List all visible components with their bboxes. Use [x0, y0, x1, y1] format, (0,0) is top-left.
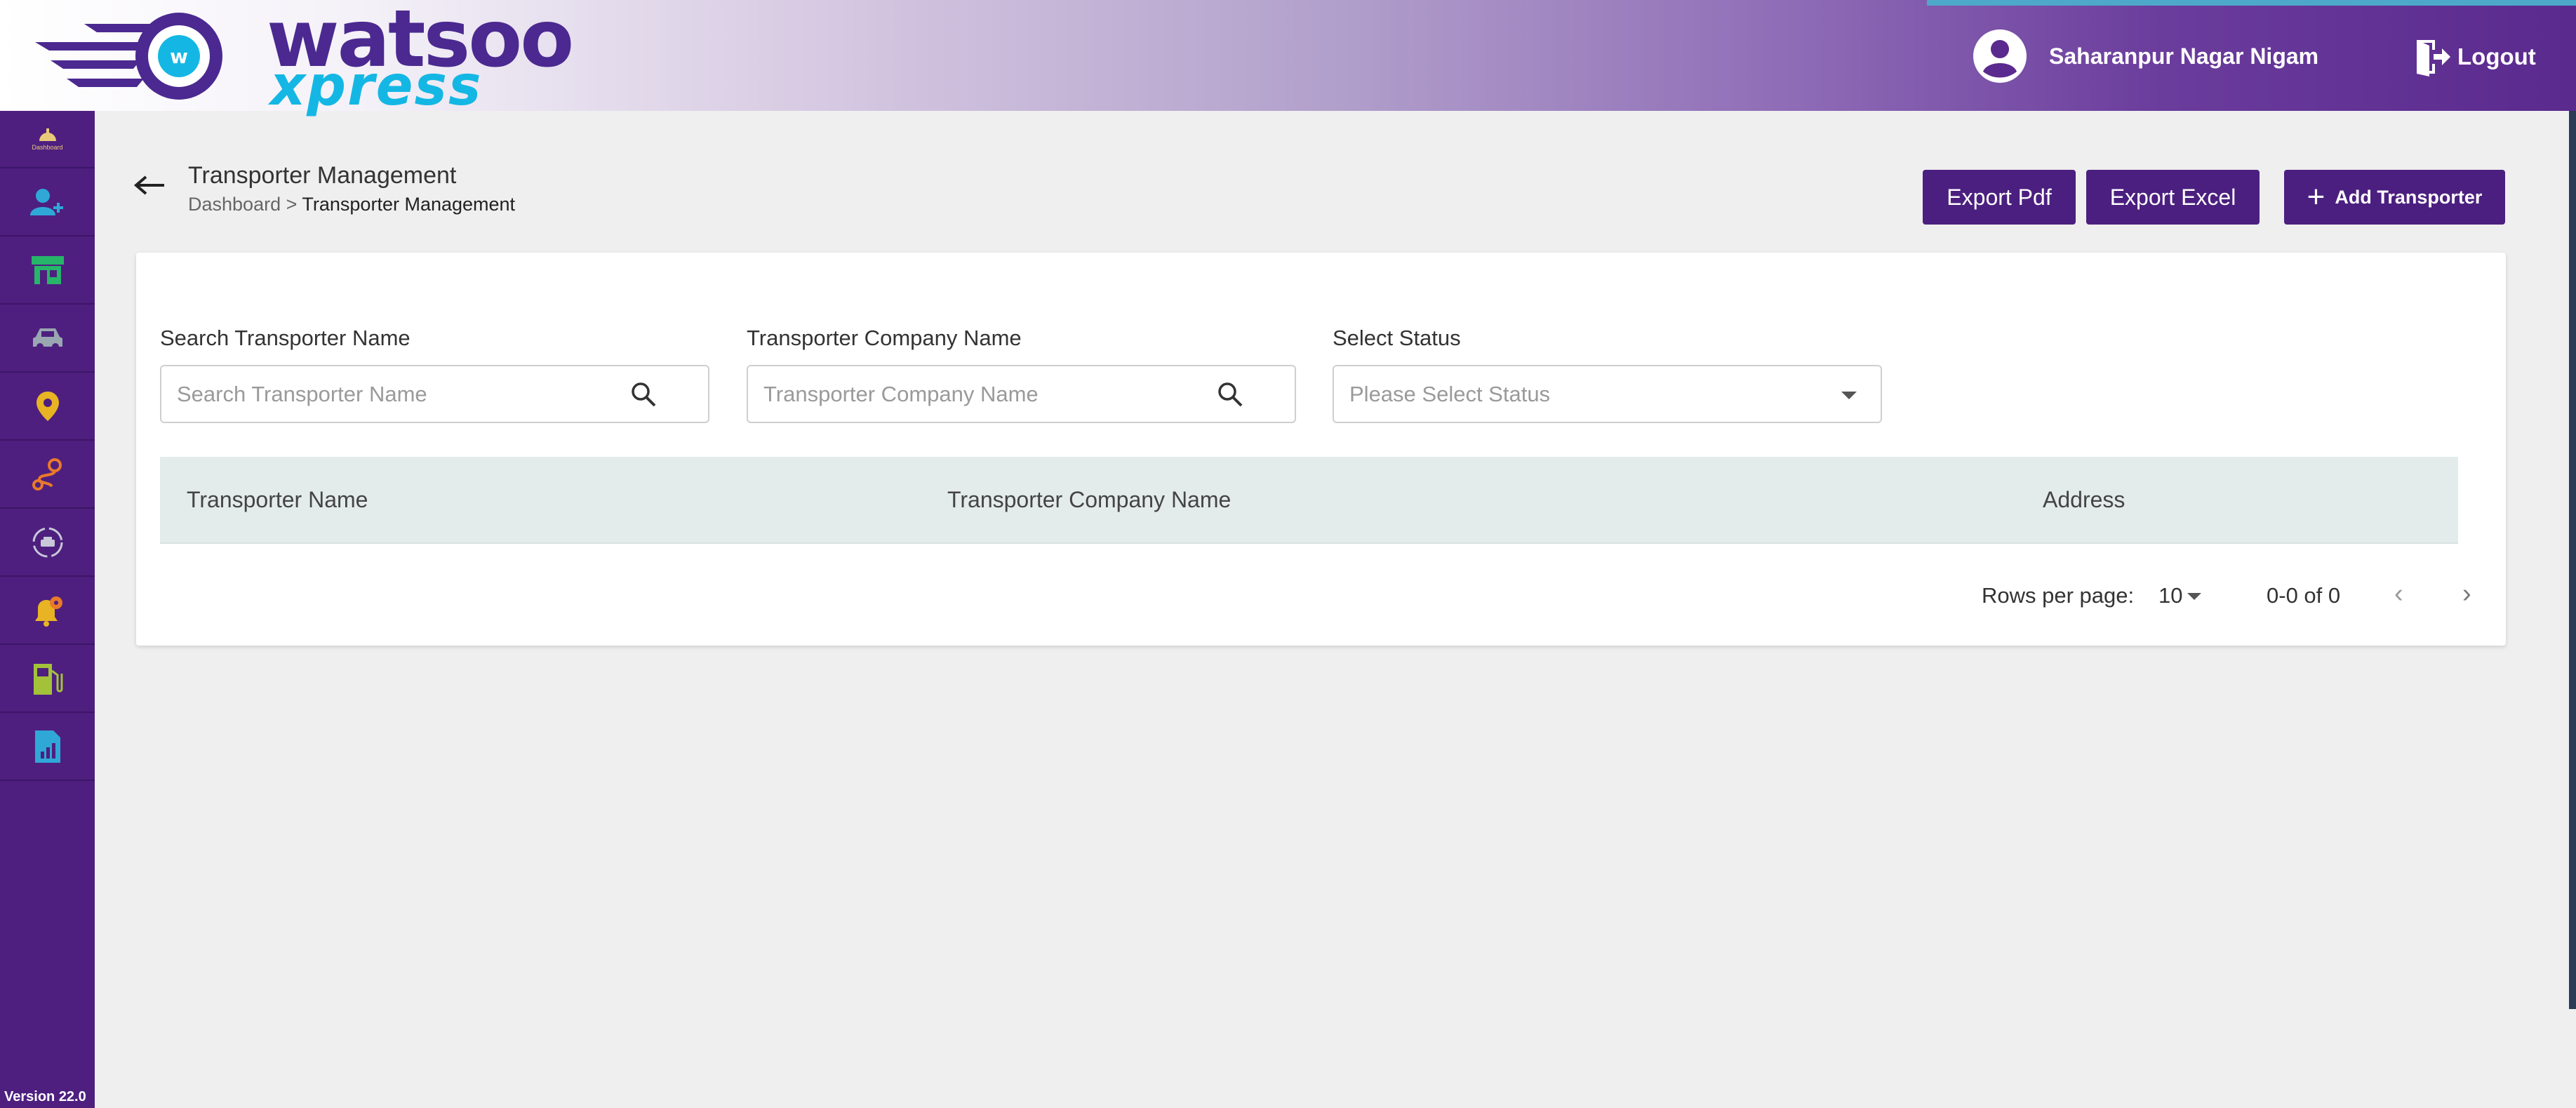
search-name-field	[160, 365, 709, 423]
dashboard-icon	[39, 128, 56, 141]
sidebar-item-locations[interactable]	[0, 373, 95, 441]
route-icon	[32, 458, 62, 490]
pagination-range: 0-0 of 0	[2267, 583, 2341, 608]
store-icon	[31, 255, 64, 284]
sidebar-item-reports[interactable]	[0, 713, 95, 781]
column-header-transporter-name[interactable]: Transporter Name	[187, 457, 368, 542]
logout-icon	[2417, 40, 2450, 76]
previous-page-icon[interactable]: ‹	[2394, 579, 2403, 609]
back-arrow-icon[interactable]	[133, 174, 166, 196]
add-transporter-label: Add Transporter	[2335, 186, 2483, 208]
company-name-label: Transporter Company Name	[747, 326, 1022, 350]
search-icon[interactable]	[629, 380, 658, 408]
plus-icon: +	[2307, 180, 2325, 214]
next-page-icon[interactable]: ›	[2462, 579, 2471, 609]
search-name-input[interactable]	[177, 366, 626, 422]
status-select-value: Please Select Status	[1349, 382, 1551, 406]
column-header-address[interactable]: Address	[2043, 457, 2125, 542]
sidebar-item-routes[interactable]	[0, 441, 95, 509]
sidebar-item-dashboard[interactable]: Dashboard	[0, 111, 95, 168]
chevron-down-icon[interactable]	[2187, 593, 2201, 600]
fuel-station-icon	[33, 663, 62, 695]
rows-per-page-label: Rows per page:	[1982, 583, 2135, 608]
sidebar-item-store[interactable]	[0, 236, 95, 305]
status-label: Select Status	[1333, 326, 1461, 350]
location-pin-icon	[36, 391, 59, 421]
sidebar-item-add-user[interactable]	[0, 168, 95, 236]
sidebar-item-vehicle-cycle[interactable]	[0, 509, 95, 577]
logo-word-bottom: xpress	[270, 55, 483, 118]
table-pagination: Rows per page: 10 0-0 of 0 ‹ ›	[136, 579, 2506, 614]
logout-label: Logout	[2457, 44, 2536, 69]
transporter-card: Search Transporter Name Transporter Comp…	[136, 253, 2506, 646]
search-name-label: Search Transporter Name	[160, 326, 411, 350]
sidebar-item-alerts[interactable]	[0, 577, 95, 645]
right-edge-strip	[2569, 111, 2576, 1009]
export-pdf-button[interactable]: Export Pdf	[1923, 170, 2076, 225]
report-icon	[34, 730, 60, 763]
rows-per-page-select[interactable]: 10	[2158, 583, 2182, 608]
car-icon	[32, 328, 62, 350]
export-excel-button[interactable]: Export Excel	[2086, 170, 2260, 225]
chevron-down-icon	[1841, 392, 1857, 399]
column-header-company-name[interactable]: Transporter Company Name	[947, 457, 1231, 542]
alert-settings-icon	[34, 596, 62, 627]
breadcrumb-separator: >	[286, 194, 298, 215]
user-name: Saharanpur Nagar Nigam	[2049, 43, 2319, 69]
top-header: w watsoo xpress Saharanpur Nagar Nigam L…	[0, 0, 2576, 114]
breadcrumb-current: Transporter Management	[302, 194, 516, 215]
breadcrumb-root[interactable]: Dashboard	[188, 194, 281, 215]
header-accent-line	[1927, 0, 2576, 6]
logout-button[interactable]: Logout	[2414, 35, 2536, 79]
add-transporter-button[interactable]: + Add Transporter	[2284, 170, 2505, 225]
svg-text:w: w	[170, 45, 188, 68]
table-header: Transporter Name Transporter Company Nam…	[160, 457, 2458, 544]
user-avatar-icon	[1973, 29, 2027, 83]
logo-mark-icon: w	[35, 13, 222, 100]
sidebar-item-dashboard-label: Dashboard	[32, 144, 63, 151]
status-select[interactable]: Please Select Status	[1333, 365, 1882, 423]
user-profile[interactable]: Saharanpur Nagar Nigam	[1972, 28, 2318, 84]
add-user-icon	[29, 188, 63, 215]
sidebar: Dashboard Version 22.0	[0, 111, 95, 1108]
vehicle-cycle-icon	[32, 527, 62, 557]
breadcrumb: Dashboard > Transporter Management	[188, 194, 515, 215]
app-logo[interactable]: w watsoo xpress	[35, 0, 574, 114]
app-version: Version 22.0	[4, 1089, 86, 1104]
sidebar-item-vehicles[interactable]	[0, 305, 95, 373]
search-icon[interactable]	[1216, 380, 1244, 408]
page-title: Transporter Management	[188, 162, 457, 189]
company-name-field	[747, 365, 1296, 423]
company-name-input[interactable]	[763, 366, 1213, 422]
sidebar-item-fuel[interactable]	[0, 645, 95, 713]
